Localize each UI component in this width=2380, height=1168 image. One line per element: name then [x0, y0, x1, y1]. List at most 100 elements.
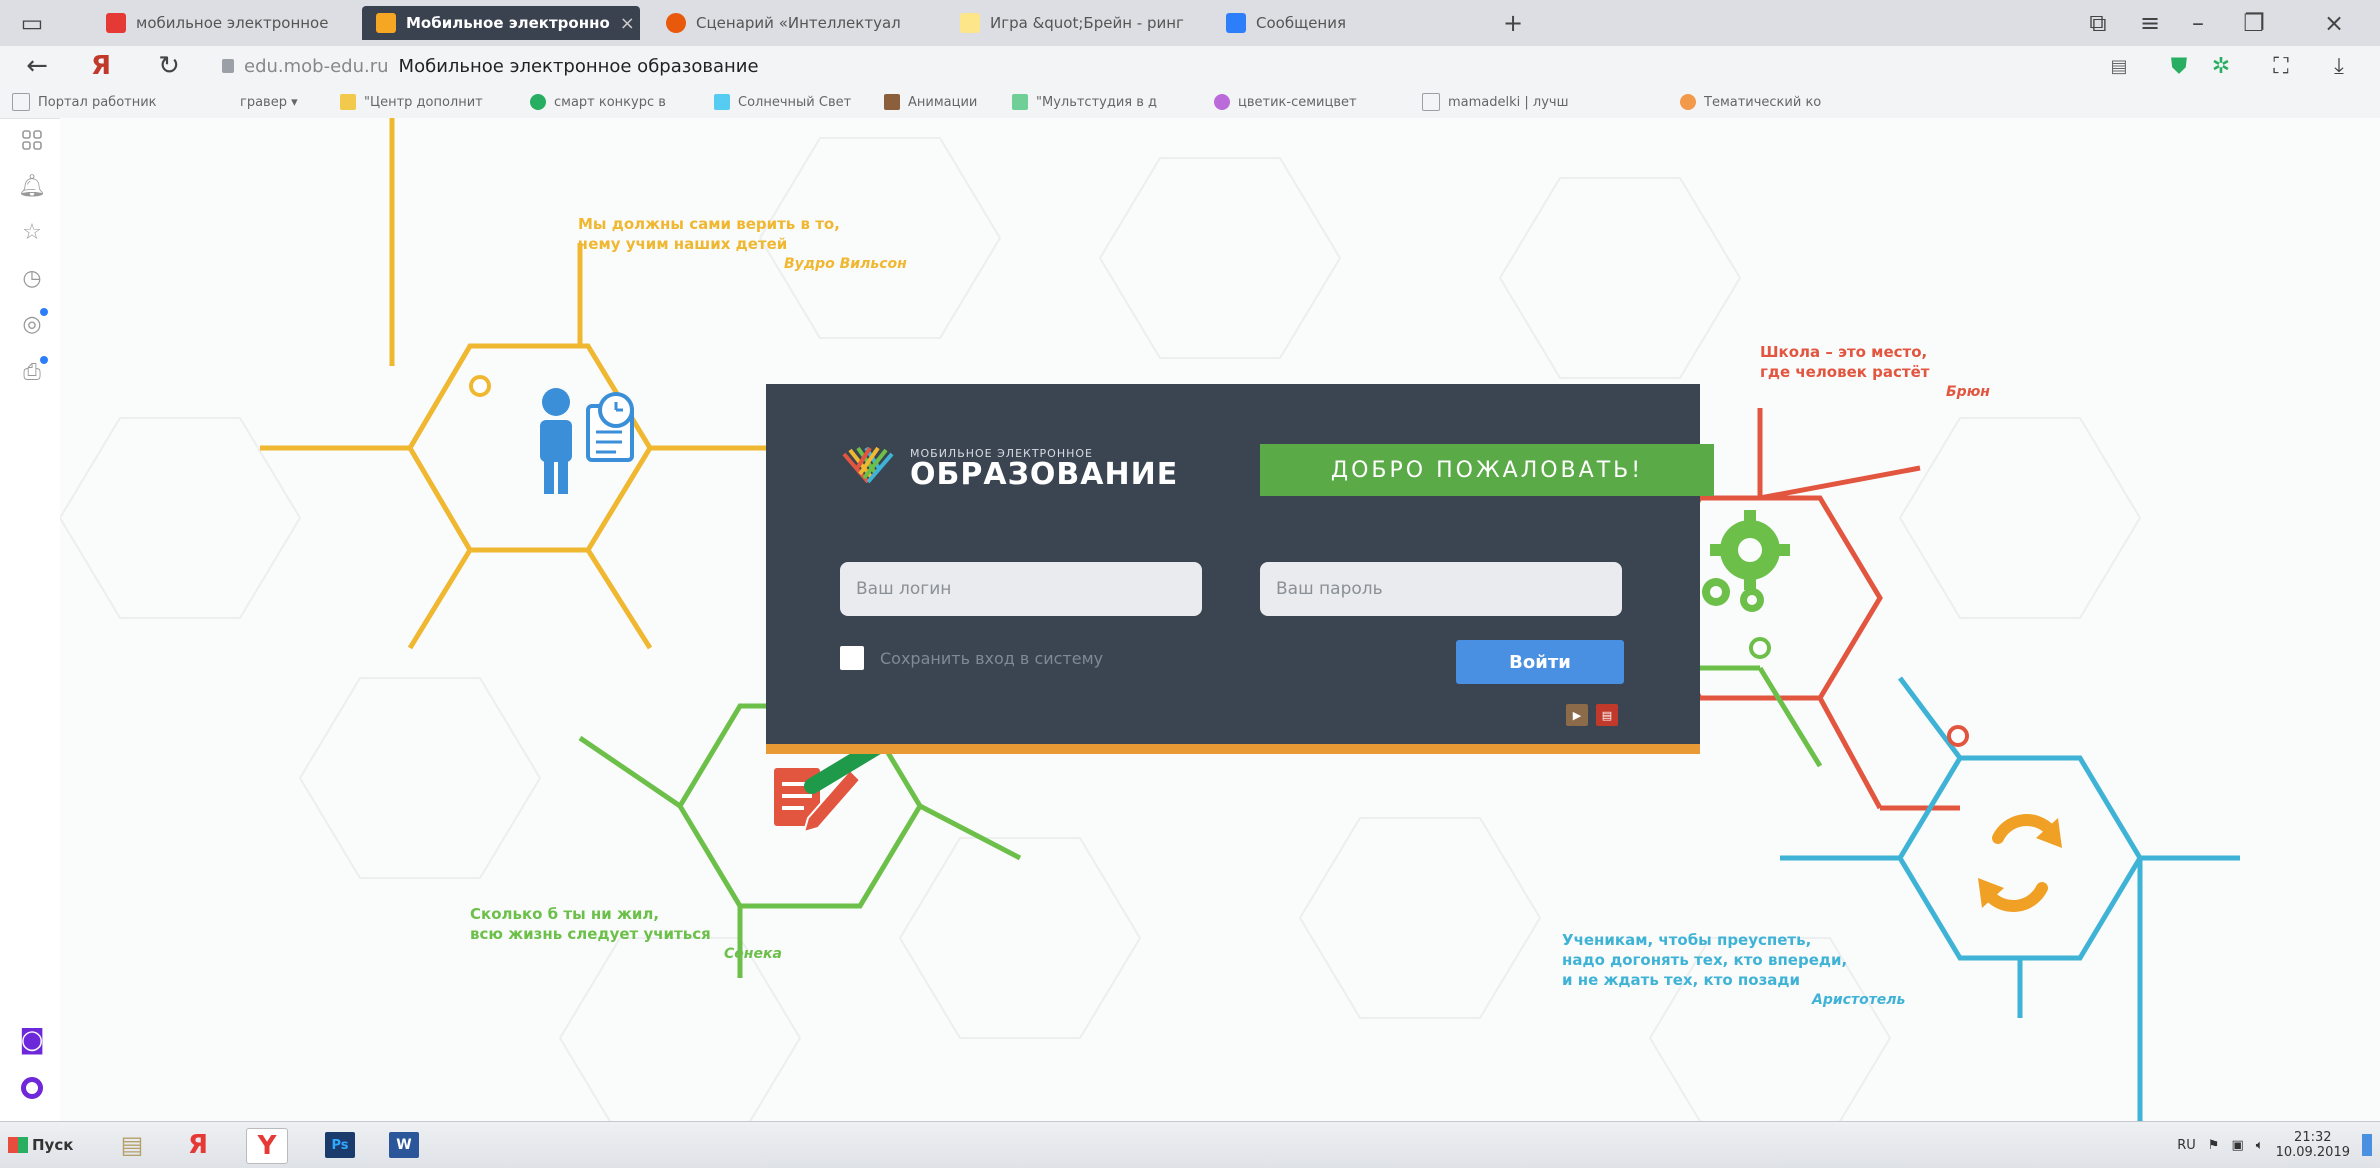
- teacher-icon: [540, 388, 634, 494]
- volume-icon[interactable]: 🔈︎: [2256, 1138, 2264, 1153]
- quote-author: Аристотель: [1812, 992, 1906, 1008]
- remember-me[interactable]: Сохранить вход в систему: [840, 646, 1103, 670]
- brand-title: ОБРАЗОВАНИЕ: [910, 456, 1179, 492]
- language-indicator[interactable]: RU: [2177, 1138, 2196, 1153]
- bookmark-item[interactable]: Портал работник: [12, 90, 157, 114]
- restore-icon[interactable]: ❐: [2236, 6, 2272, 40]
- flag-icon[interactable]: ⚑: [2208, 1138, 2220, 1153]
- tab-1-active[interactable]: Мобильное электронно ×: [362, 6, 640, 40]
- bookmark-label: смарт конкурс в: [554, 94, 666, 110]
- clock-date: 10.09.2019: [2275, 1145, 2350, 1160]
- history-clock-icon[interactable]: ◷: [18, 264, 46, 292]
- shield-icon[interactable]: ⛊: [2164, 52, 2194, 80]
- menu-icon[interactable]: ≡: [2132, 6, 2168, 40]
- browser-tab-bar: ▭ мобильное электронное Мобильное электр…: [0, 0, 2380, 47]
- sidebar-toggle-icon[interactable]: ▭: [14, 6, 50, 40]
- network-icon[interactable]: ▣: [2231, 1138, 2243, 1153]
- photoshop-icon[interactable]: Ps: [320, 1128, 360, 1162]
- page-icon: [960, 13, 980, 33]
- remember-label: Сохранить вход в систему: [880, 648, 1104, 668]
- moe-logo-icon: [376, 13, 396, 33]
- minimize-icon[interactable]: –: [2180, 6, 2216, 40]
- quote-line: Мы должны сами верить в то,: [578, 215, 840, 233]
- tab-3[interactable]: Игра &quot;Брейн - ринг: [946, 6, 1208, 40]
- alice-camera-icon[interactable]: ◙: [18, 1025, 46, 1055]
- zen-feed-icon[interactable]: ⎙: [18, 356, 48, 386]
- url-domain: edu.mob-edu.ru: [244, 55, 389, 77]
- alice-voice-icon[interactable]: [18, 1074, 46, 1102]
- bookmark-label: Портал работник: [38, 94, 157, 110]
- tabs-overview-icon[interactable]: ⧉: [2080, 6, 2116, 40]
- bookmark-label: "Мультстудия в д: [1036, 94, 1158, 110]
- clock[interactable]: 21:32 10.09.2019: [2276, 1130, 2350, 1160]
- video-icon[interactable]: ◎: [18, 308, 48, 338]
- chat-icon: [1226, 13, 1246, 33]
- notification-dot: [40, 308, 48, 316]
- pdf-help-icon[interactable]: ▤: [1596, 704, 1618, 726]
- notification-dot: [40, 356, 48, 364]
- bookmark-label: Тематический ко: [1704, 94, 1822, 110]
- word-icon[interactable]: W: [384, 1128, 424, 1162]
- translate-icon[interactable]: ⛶: [2266, 52, 2296, 80]
- quote-author: Сенека: [724, 946, 782, 962]
- start-button[interactable]: Пуск: [8, 1130, 73, 1160]
- remember-checkbox[interactable]: [840, 646, 864, 670]
- bookmark-item[interactable]: mamadelki | лучш: [1422, 90, 1569, 114]
- apps-grid-icon[interactable]: [18, 126, 46, 154]
- bookmark-icon: [340, 94, 356, 110]
- bookmark-item[interactable]: гравер ▾: [240, 90, 298, 114]
- bookmark-label: mamadelki | лучш: [1448, 94, 1569, 110]
- show-desktop-button[interactable]: [2362, 1134, 2372, 1156]
- login-button[interactable]: Войти: [1456, 640, 1624, 684]
- bookmark-item[interactable]: "Центр дополнит: [340, 90, 483, 114]
- bookmark-label: "Центр дополнит: [364, 94, 483, 110]
- close-window-icon[interactable]: ×: [2316, 6, 2352, 40]
- tab-label: Сообщения: [1256, 14, 1347, 32]
- password-input[interactable]: [1260, 562, 1622, 616]
- bookmark-item[interactable]: Анимации: [884, 90, 977, 114]
- back-arrow-icon[interactable]: ←: [18, 48, 56, 84]
- download-icon[interactable]: ⤓: [2324, 52, 2354, 80]
- new-tab-button[interactable]: +: [1495, 6, 1531, 40]
- bell-icon[interactable]: 🔔︎: [18, 172, 46, 200]
- tab-0[interactable]: мобильное электронное: [92, 6, 352, 40]
- bookmark-label: гравер ▾: [240, 94, 298, 110]
- quote-seneca: Сколько б ты ни жил, всю жизнь следует у…: [470, 904, 782, 964]
- url-field[interactable]: edu.mob-edu.ru Мобильное электронное обр…: [222, 53, 759, 79]
- file-manager-icon[interactable]: ▤: [112, 1128, 152, 1162]
- close-tab-icon[interactable]: ×: [620, 13, 635, 34]
- login-input[interactable]: [840, 562, 1202, 616]
- bookmark-item[interactable]: цветик-семицвет: [1214, 90, 1357, 114]
- url-page-title: Мобильное электронное образование: [398, 55, 759, 77]
- yandex-browser-icon[interactable]: Я: [178, 1128, 218, 1162]
- page-icon: [1422, 93, 1440, 111]
- star-icon[interactable]: ☆: [18, 218, 46, 246]
- quote-line: надо догонять тех, кто впереди,: [1562, 951, 1848, 969]
- bookmark-label: Солнечный Свет: [738, 94, 852, 110]
- refresh-arrows-icon: [1984, 814, 2056, 912]
- bookmark-icon: [714, 94, 730, 110]
- bookmark-item[interactable]: "Мультстудия в д: [1012, 90, 1157, 114]
- bookmark-icon: [884, 94, 900, 110]
- tab-label: Сценарий «Интеллектуал: [696, 14, 901, 32]
- welcome-banner: ДОБРО ПОЖАЛОВАТЬ!: [1260, 444, 1714, 496]
- yandex-icon: [106, 13, 126, 33]
- bookmark-item[interactable]: смарт конкурс в: [530, 90, 666, 114]
- yandex-home-icon[interactable]: Я: [82, 48, 120, 84]
- yandex-app-icon[interactable]: Y: [246, 1128, 288, 1164]
- reload-icon[interactable]: ↻: [150, 48, 188, 84]
- bookmark-item[interactable]: Тематический ко: [1680, 90, 1821, 114]
- bookmark-item[interactable]: Солнечный Свет: [714, 90, 851, 114]
- windows-taskbar: Пуск ▤ Я Y Ps W RU ⚑ ▣ 🔈︎ 21:32 10.09.20…: [0, 1121, 2380, 1168]
- tab-2[interactable]: Сценарий «Интеллектуал: [652, 6, 942, 40]
- quote-line: и не ждать тех, кто позади: [1562, 971, 1801, 989]
- windows-flag-icon: [8, 1137, 28, 1153]
- login-panel: МОБИЛЬНОЕ ЭЛЕКТРОННОЕ ОБРАЗОВАНИЕ ДОБРО …: [766, 384, 1714, 754]
- extension-icon[interactable]: ✲: [2206, 52, 2236, 80]
- tab-label: Мобильное электронно: [406, 14, 610, 32]
- bookmarks-bar: Портал работник гравер ▾ "Центр дополнит…: [0, 86, 2380, 119]
- tab-label: Игра &quot;Брейн - ринг: [990, 14, 1184, 32]
- tab-4[interactable]: Сообщения: [1212, 6, 1482, 40]
- reader-mode-icon[interactable]: ▤: [2104, 52, 2134, 80]
- video-help-icon[interactable]: ▶: [1566, 704, 1588, 726]
